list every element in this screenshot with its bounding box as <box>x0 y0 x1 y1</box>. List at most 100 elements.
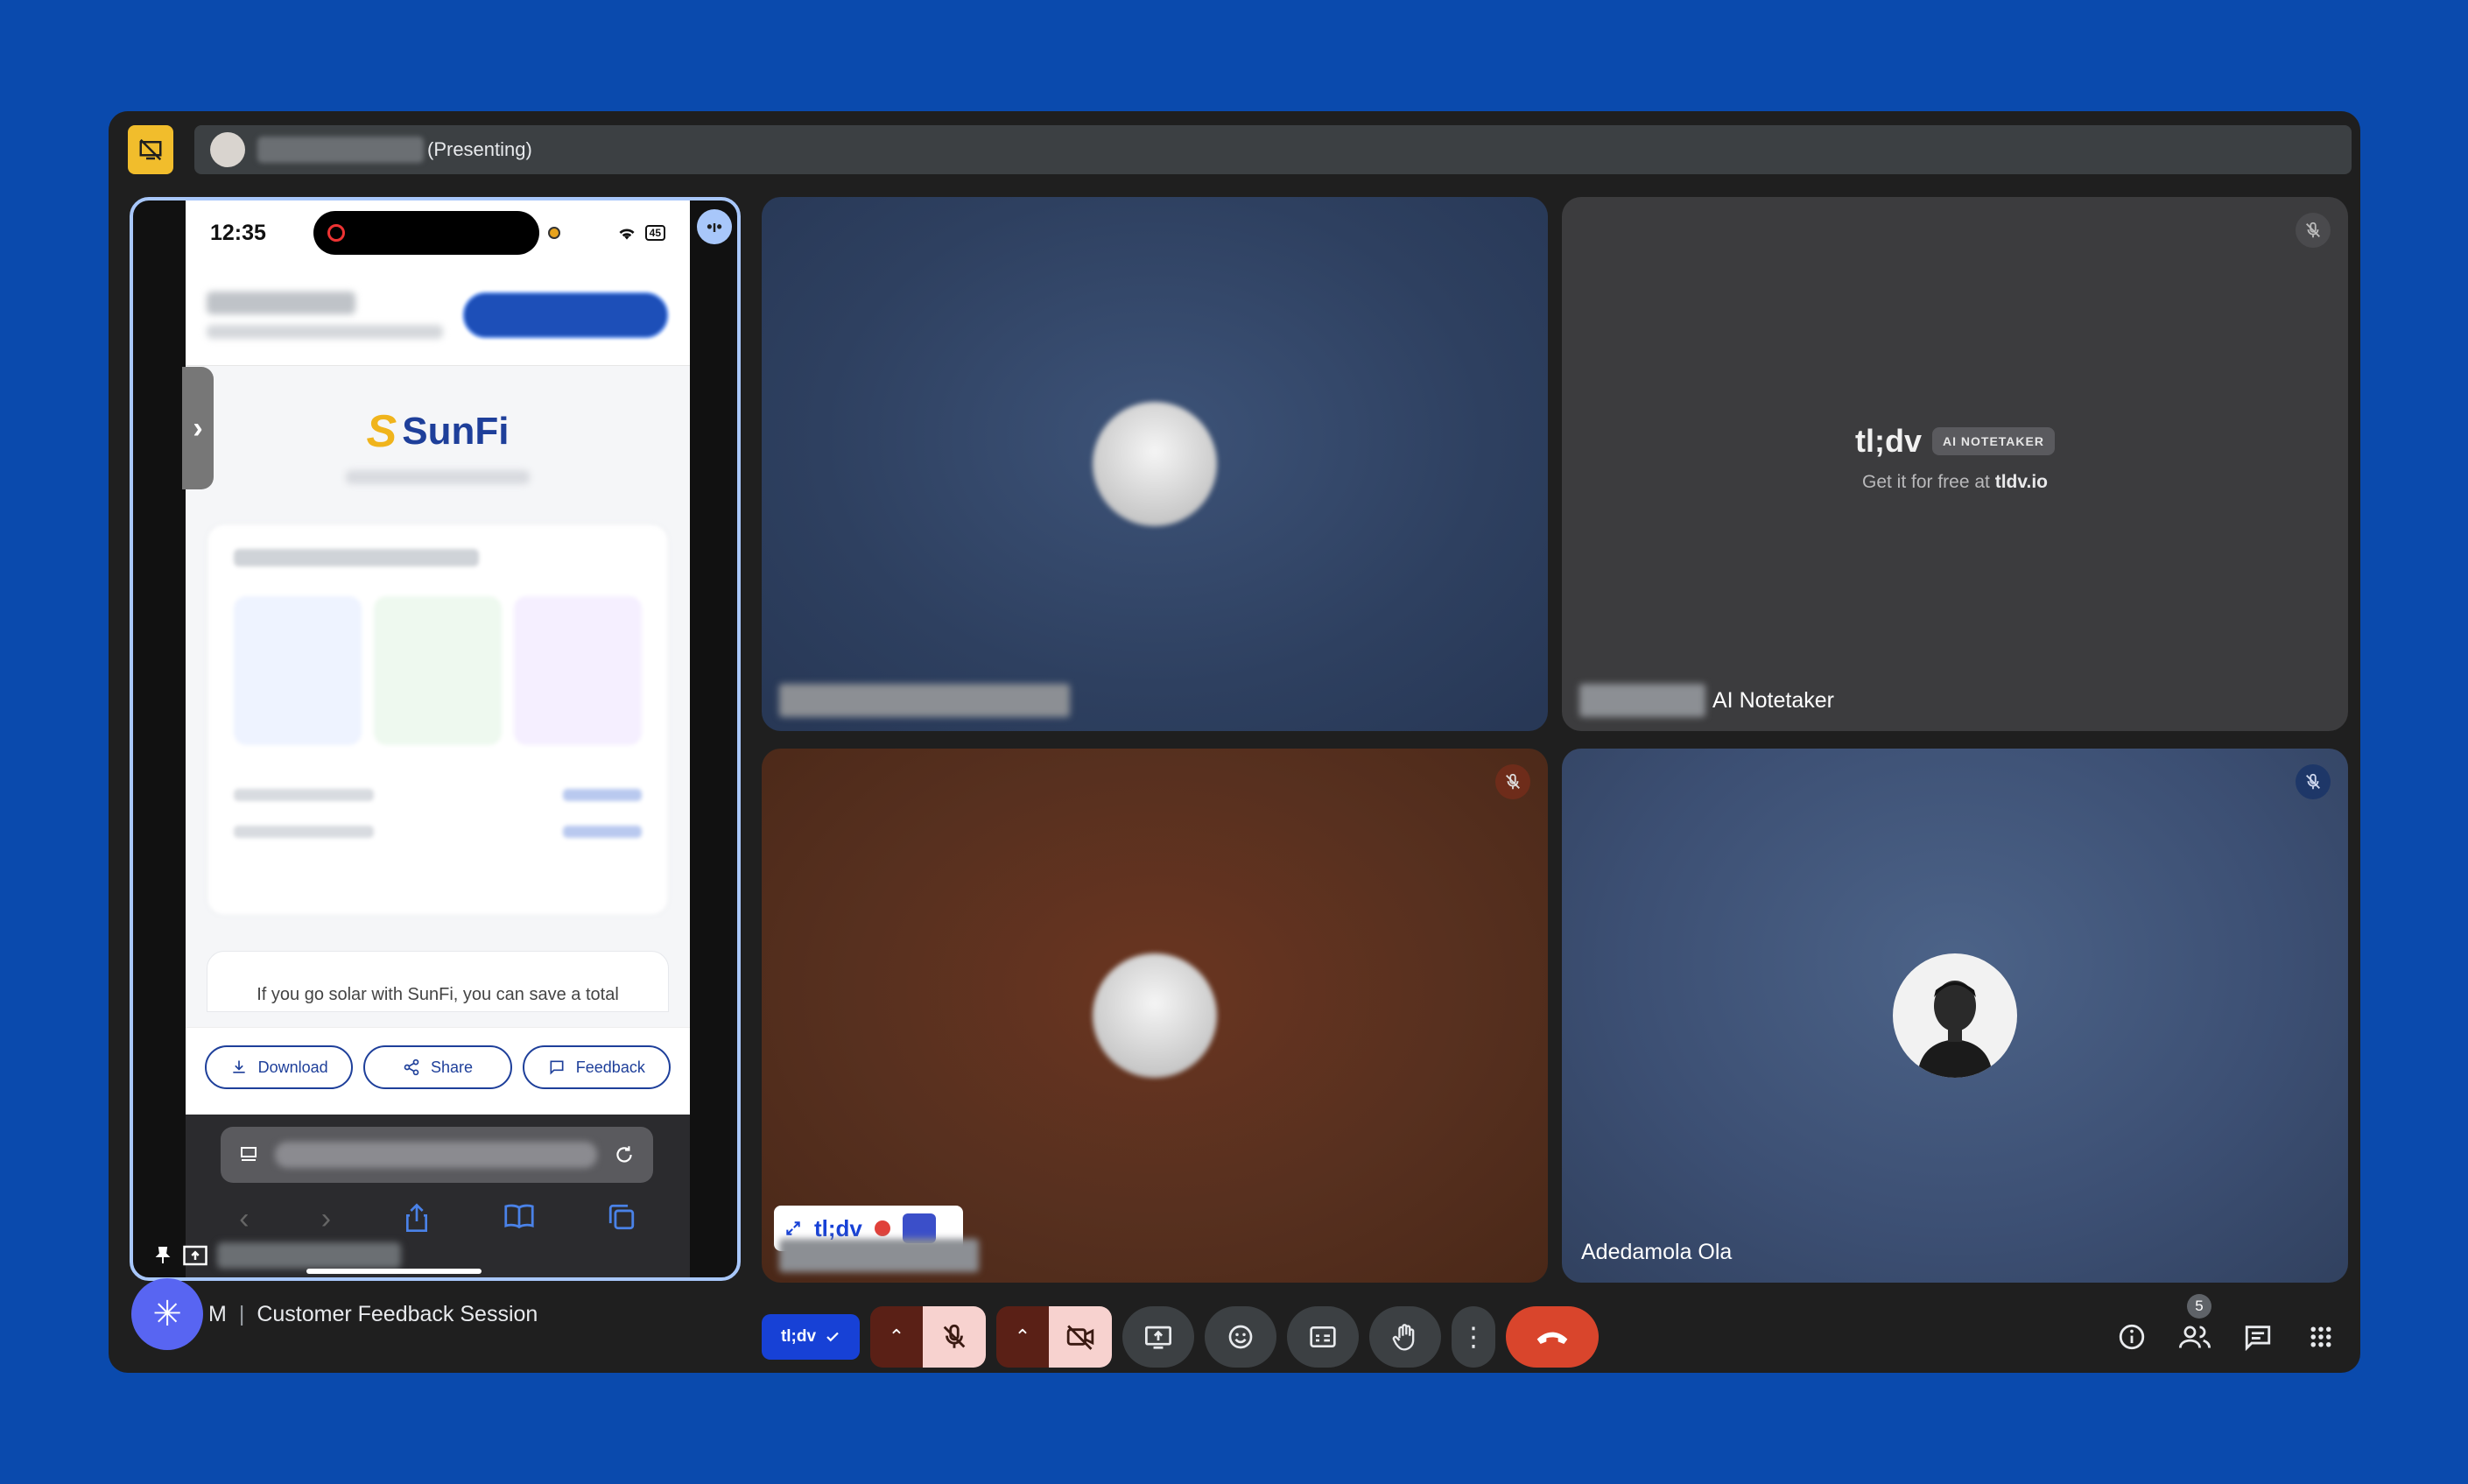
participant-avatar <box>1093 953 1217 1078</box>
share-sheet-icon[interactable] <box>403 1202 431 1234</box>
muted-icon <box>1495 764 1530 799</box>
side-expand-icon[interactable]: › <box>182 367 214 489</box>
assistant-fab-icon[interactable]: ✳ <box>131 1278 203 1350</box>
chat-icon <box>2245 1326 2271 1351</box>
reload-icon[interactable] <box>613 1143 636 1166</box>
present-icon <box>1145 1326 1171 1349</box>
meet-window: (Presenting) 12:35 45 S SunFi If you go … <box>109 111 2360 1373</box>
check-icon <box>826 1332 839 1342</box>
info-icon <box>2119 1324 2145 1350</box>
recording-icon <box>874 1220 890 1236</box>
participant-tile[interactable] <box>762 197 1548 731</box>
back-icon[interactable]: ‹ <box>239 1202 249 1236</box>
presentation-indicator[interactable] <box>128 125 173 174</box>
home-indicator <box>306 1269 482 1274</box>
browser-nav: ‹ › <box>186 1202 690 1236</box>
participant-name-redacted <box>779 1239 979 1272</box>
adedamola-avatar <box>1893 953 2017 1078</box>
dynamic-island <box>313 211 539 255</box>
meeting-title: Customer Feedback Session <box>257 1301 538 1326</box>
sunfi-logo-text: SunFi <box>402 410 510 453</box>
battery-icon: 45 <box>644 225 665 241</box>
record-icon <box>327 224 345 242</box>
raise-hand-button[interactable] <box>1369 1306 1441 1368</box>
speaking-indicator-icon: •ı• <box>697 209 732 244</box>
presenter-name-redacted <box>257 137 424 163</box>
ai-notetaker-pill: AI NOTETAKER <box>1932 427 2055 455</box>
forward-icon[interactable]: › <box>321 1202 331 1236</box>
meeting-details-button[interactable] <box>2115 1320 2148 1354</box>
people-button[interactable]: 5 <box>2178 1294 2211 1354</box>
camera-control: ⌃ <box>996 1306 1112 1368</box>
notetaker-tile[interactable]: tl;dv AI NOTETAKER Get it for free at tl… <box>1562 197 2348 731</box>
audio-options-chevron-icon[interactable]: ⌃ <box>870 1306 923 1368</box>
side-panel-controls: 5 <box>2115 1294 2338 1354</box>
bookmarks-icon[interactable] <box>503 1202 535 1230</box>
stop-presenting-icon <box>139 138 162 161</box>
feedback-label: Feedback <box>575 1058 645 1076</box>
more-options-icon[interactable]: ⋮ <box>1452 1306 1495 1368</box>
savings-card: If you go solar with SunFi, you can save… <box>207 951 669 1012</box>
pin-icon[interactable] <box>152 1244 173 1267</box>
phone-screen: 12:35 45 S SunFi If you go solar with Su… <box>186 200 690 1277</box>
hang-up-icon <box>1536 1332 1568 1344</box>
emoji-icon <box>1228 1325 1253 1349</box>
captions-icon <box>1310 1326 1336 1347</box>
participant-tile[interactable]: tl;dv <box>762 749 1548 1283</box>
people-icon <box>2179 1326 2211 1348</box>
people-count-badge: 5 <box>2187 1294 2211 1319</box>
feedback-icon <box>550 1060 564 1075</box>
notetaker-name: AI Notetaker <box>1712 688 1834 713</box>
leave-call-button[interactable] <box>1506 1306 1599 1368</box>
presenter-avatar <box>210 132 245 167</box>
phone-time: 12:35 <box>210 220 266 245</box>
presenting-label: (Presenting) <box>427 138 532 160</box>
presenting-bar: (Presenting) <box>194 125 2352 174</box>
camera-off-icon <box>1066 1325 1094 1350</box>
muted-icon <box>2296 764 2331 799</box>
logo-subtitle-redacted <box>346 470 530 484</box>
quote-actions: Download Share Feedback <box>186 1027 690 1115</box>
meeting-info: ✳ M | Customer Feedback Session <box>131 1278 538 1350</box>
tabs-icon[interactable] <box>607 1202 636 1232</box>
muted-icon <box>2296 213 2331 248</box>
camera-toggle-button[interactable] <box>1049 1306 1112 1368</box>
feedback-button[interactable]: Feedback <box>522 1045 671 1089</box>
mic-indicator-icon <box>548 227 560 239</box>
call-controls: tl;dv ⌃ ⌃ ⋮ <box>762 1306 1599 1368</box>
hand-icon <box>1392 1324 1415 1351</box>
tldv-button-label: tl;dv <box>780 1327 817 1346</box>
savings-text: If you go solar with SunFi, you can save… <box>257 985 619 1004</box>
app-header <box>186 265 690 366</box>
captions-button[interactable] <box>1287 1306 1359 1368</box>
wifi-icon <box>619 229 635 240</box>
tab-layout-icon <box>241 1147 257 1161</box>
download-button[interactable]: Download <box>205 1045 354 1089</box>
tldv-link[interactable]: tldv.io <box>1995 472 2048 492</box>
chat-button[interactable] <box>2241 1320 2275 1354</box>
participant-tile-adedamola[interactable]: Adedamola Ola <box>1562 749 2348 1283</box>
present-screen-button[interactable] <box>1122 1306 1194 1368</box>
share-button[interactable]: Share <box>363 1045 512 1089</box>
activities-button[interactable] <box>2304 1320 2338 1354</box>
video-options-chevron-icon[interactable]: ⌃ <box>996 1306 1049 1368</box>
mic-toggle-button[interactable] <box>923 1306 986 1368</box>
title-separator: | <box>238 1301 245 1326</box>
participant-avatar <box>1093 402 1217 526</box>
expand-icon[interactable] <box>784 1220 802 1237</box>
reactions-button[interactable] <box>1205 1306 1276 1368</box>
screen-share-tile[interactable]: 12:35 45 S SunFi If you go solar with Su… <box>130 197 741 1281</box>
url-redacted <box>275 1142 597 1168</box>
header-action-button[interactable] <box>462 292 669 339</box>
sunfi-logo-mark: S <box>366 406 397 457</box>
tldv-widget-logo: tl;dv <box>814 1214 862 1241</box>
presenter-tile-name-redacted <box>217 1242 401 1269</box>
share-icon <box>404 1058 419 1076</box>
presentation-icon <box>183 1245 207 1266</box>
phone-status-bar: 12:35 45 <box>186 200 690 265</box>
header-text-redacted <box>207 292 462 339</box>
download-label: Download <box>257 1058 328 1076</box>
tldv-extension-button[interactable]: tl;dv <box>762 1314 860 1360</box>
notetaker-tagline: Get it for free at tldv.io <box>1861 472 2048 492</box>
address-bar[interactable] <box>221 1127 653 1183</box>
